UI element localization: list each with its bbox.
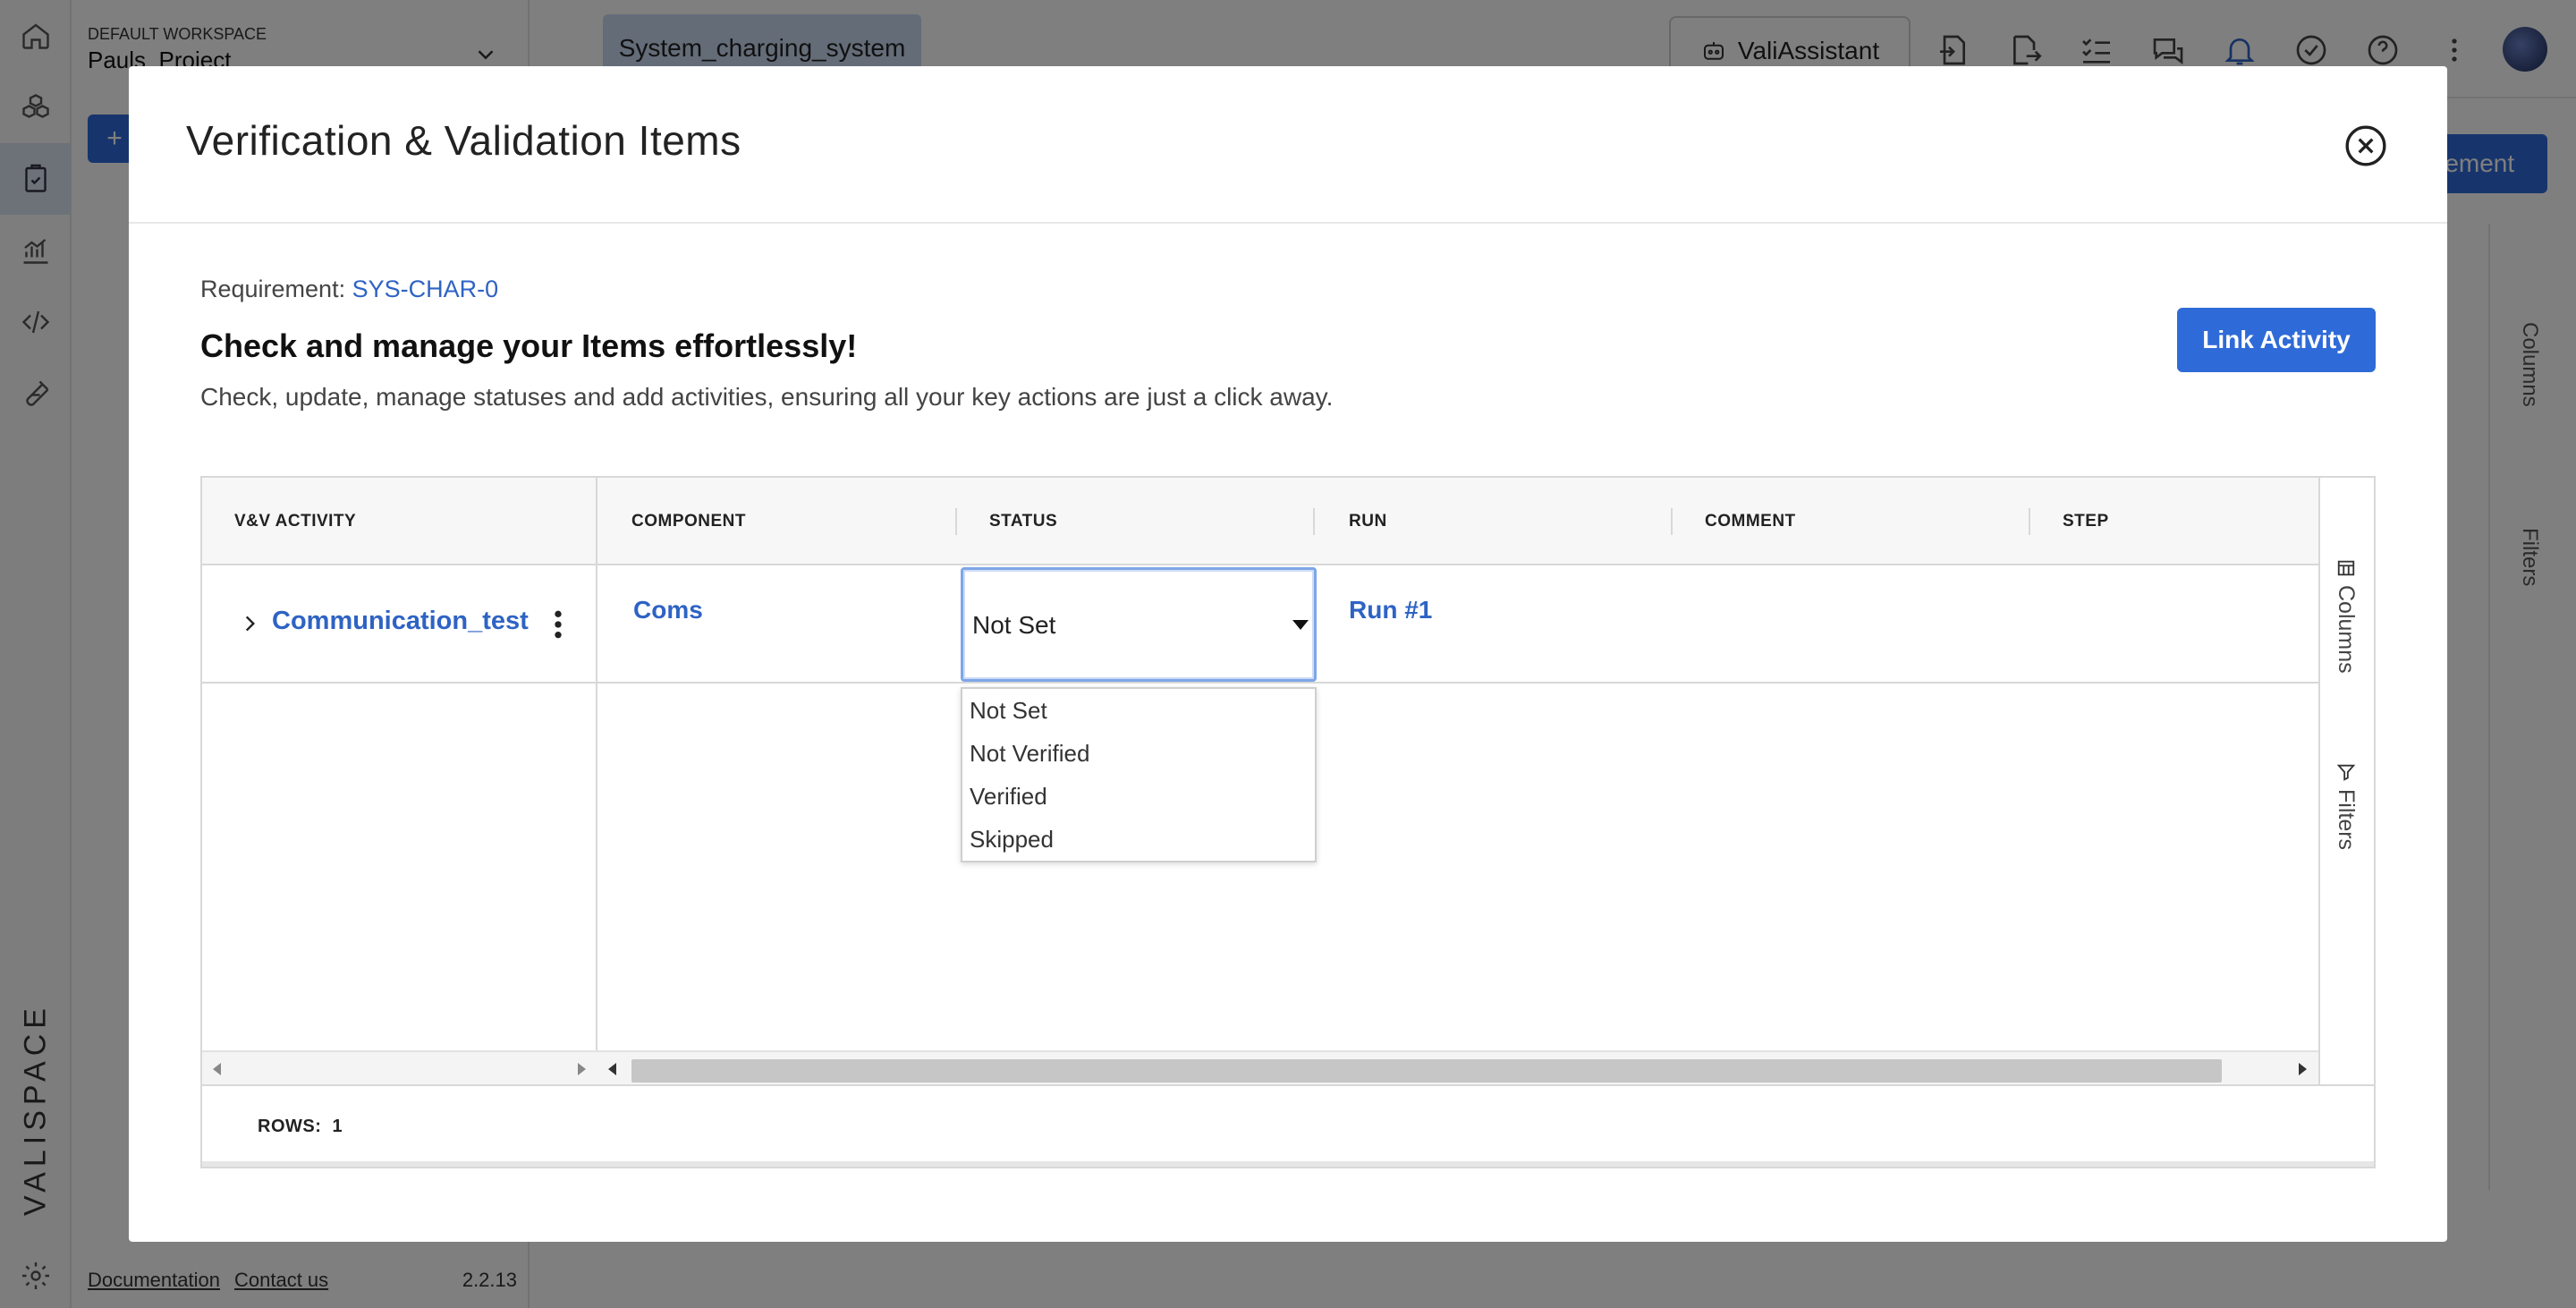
filters-tool-label: Filters bbox=[2334, 789, 2359, 851]
filters-tool[interactable]: Filters bbox=[2333, 762, 2359, 850]
requirement-id-link[interactable]: SYS-CHAR-0 bbox=[352, 276, 499, 302]
caret-down-icon bbox=[1292, 620, 1309, 630]
dialog-description: Check, update, manage statuses and add a… bbox=[200, 383, 1334, 411]
chevron-right-icon[interactable] bbox=[238, 612, 261, 635]
dialog-headline: Check and manage your Items effortlessly… bbox=[200, 327, 858, 364]
column-separator[interactable] bbox=[1671, 508, 1673, 535]
status-value: Not Set bbox=[972, 611, 1056, 639]
column-header-component[interactable]: COMPONENT bbox=[631, 478, 746, 565]
column-separator[interactable] bbox=[955, 508, 957, 535]
columns-icon bbox=[2337, 560, 2354, 576]
status-option-skipped[interactable]: Skipped bbox=[962, 818, 1315, 861]
table-row: Communication_test Coms Not Set Run #1 bbox=[202, 565, 2318, 684]
scroll-left-icon[interactable] bbox=[608, 1063, 616, 1075]
close-icon bbox=[2345, 125, 2386, 166]
column-header-step[interactable]: STEP bbox=[2063, 478, 2109, 565]
close-button[interactable] bbox=[2343, 123, 2388, 168]
column-header-run[interactable]: RUN bbox=[1349, 478, 1387, 565]
vv-items-grid: V&V ACTIVITY COMPONENT STATUS RUN COMMEN… bbox=[200, 476, 2376, 1168]
component-link[interactable]: Coms bbox=[633, 596, 703, 624]
column-header-comment[interactable]: COMMENT bbox=[1705, 478, 1796, 565]
status-option-verified[interactable]: Verified bbox=[962, 775, 1315, 818]
horizontal-scrollbar[interactable] bbox=[202, 1050, 2318, 1084]
rows-count: ROWS: 1 bbox=[258, 1117, 343, 1137]
link-activity-button[interactable]: Link Activity bbox=[2177, 308, 2376, 372]
scroll-right-icon[interactable] bbox=[578, 1063, 586, 1075]
pinned-column-divider bbox=[596, 478, 597, 1084]
scroll-left-icon[interactable] bbox=[213, 1063, 221, 1075]
scrollbar-thumb[interactable] bbox=[631, 1059, 2222, 1083]
column-header-vv-activity[interactable]: V&V ACTIVITY bbox=[234, 478, 356, 565]
grid-header: V&V ACTIVITY COMPONENT STATUS RUN COMMEN… bbox=[202, 478, 2318, 565]
status-select[interactable]: Not Set bbox=[961, 567, 1317, 682]
activity-link[interactable]: Communication_test bbox=[272, 607, 529, 636]
columns-tool-label: Columns bbox=[2334, 585, 2359, 674]
column-separator[interactable] bbox=[2029, 508, 2030, 535]
scroll-right-icon[interactable] bbox=[2299, 1063, 2307, 1075]
rows-value: 1 bbox=[332, 1117, 343, 1136]
status-dropdown-list: Not Set Not Verified Verified Skipped bbox=[961, 687, 1317, 862]
grid-status-bar: ROWS: 1 bbox=[202, 1084, 2374, 1167]
status-option-not-verified[interactable]: Not Verified bbox=[962, 732, 1315, 775]
grid-side-tools: Columns Filters bbox=[2318, 478, 2374, 1084]
requirement-prefix: Requirement: bbox=[200, 276, 346, 302]
column-header-status[interactable]: STATUS bbox=[989, 478, 1057, 565]
columns-tool[interactable]: Columns bbox=[2333, 558, 2359, 674]
vv-items-dialog: Verification & Validation Items Requirem… bbox=[129, 66, 2447, 1242]
more-vertical-icon[interactable] bbox=[547, 607, 569, 642]
dialog-header: Verification & Validation Items bbox=[129, 66, 2447, 224]
status-option-not-set[interactable]: Not Set bbox=[962, 689, 1315, 732]
column-separator[interactable] bbox=[1313, 508, 1315, 535]
requirement-line: Requirement: SYS-CHAR-0 bbox=[200, 276, 498, 303]
run-link[interactable]: Run #1 bbox=[1349, 596, 1432, 624]
dialog-title: Verification & Validation Items bbox=[186, 117, 741, 164]
filter-icon bbox=[2336, 764, 2355, 781]
rows-label: ROWS: bbox=[258, 1117, 322, 1136]
